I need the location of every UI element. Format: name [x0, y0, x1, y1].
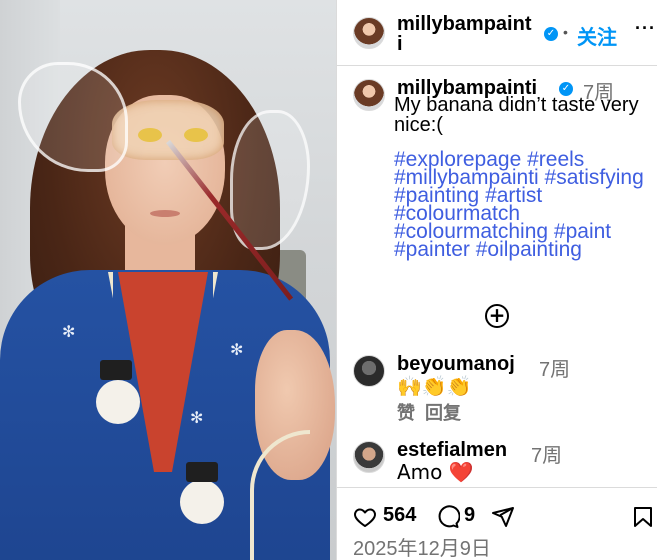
plastic-wrap-right: [230, 110, 310, 250]
mouth: [150, 210, 180, 217]
left-eye-paint: [138, 128, 162, 142]
snowflake-icon: ✻: [62, 322, 76, 341]
comment-text: 🙌👏👏: [397, 374, 472, 398]
snowflake-icon: ✻: [190, 408, 204, 427]
send-icon[interactable]: [491, 505, 515, 529]
avatar[interactable]: [353, 79, 385, 111]
comment-username[interactable]: estefialmen: [397, 439, 507, 462]
comment-actions: 赞回复: [397, 399, 471, 425]
like-comment-button[interactable]: 赞: [397, 403, 415, 423]
snowman-hat: [100, 360, 132, 380]
post-actions-footer: 564 9 2025年12月9日: [337, 487, 657, 560]
caption-text: My banana didn’t taste very nice:(: [394, 94, 639, 136]
header-username[interactable]: millybampainti: [397, 14, 537, 54]
snowman-pattern: [180, 480, 224, 524]
caption-hashtags[interactable]: #explorepage #reels #millybampainti #sat…: [394, 149, 649, 260]
comment-time[interactable]: 7周: [539, 353, 570, 382]
comments-scroll-area[interactable]: millybampainti ✓ 7周 My banana didn’t tas…: [337, 67, 657, 487]
snowman-pattern: [96, 380, 140, 424]
comment-username[interactable]: beyoumanoj: [397, 353, 515, 376]
comment-time[interactable]: 7周: [531, 439, 562, 468]
avatar[interactable]: [353, 355, 385, 387]
post-side-panel: millybampainti ✓ • 关注 ··· millybampainti…: [337, 0, 657, 560]
reply-button[interactable]: 回复: [425, 403, 461, 423]
right-eye-paint: [184, 128, 208, 142]
like-count[interactable]: 564: [383, 504, 416, 527]
separator-dot: •: [563, 24, 568, 40]
plus-circle-icon[interactable]: +: [485, 304, 509, 328]
comment-item: estefialmen 7周 Amo ❤️ 赞回复: [337, 439, 657, 487]
follow-button[interactable]: 关注: [577, 21, 617, 50]
bookmark-icon[interactable]: [631, 505, 655, 529]
avatar[interactable]: [353, 17, 385, 49]
snowflake-icon: ✻: [230, 340, 244, 359]
heart-icon[interactable]: [353, 505, 377, 529]
comment-icon[interactable]: [436, 505, 460, 529]
comment-count[interactable]: 9: [464, 504, 475, 527]
avatar[interactable]: [353, 441, 385, 473]
post-date[interactable]: 2025年12月9日: [353, 532, 491, 560]
more-options-icon[interactable]: ···: [635, 18, 656, 39]
post-header: millybampainti ✓ • 关注 ···: [337, 0, 657, 66]
snowman-hat: [186, 462, 218, 482]
post-media[interactable]: ✻ ✻ ✻: [0, 0, 336, 560]
painted-mask: [112, 100, 224, 160]
verified-badge-icon: ✓: [544, 27, 558, 41]
comment-item: beyoumanoj 7周 🙌👏👏 赞回复: [337, 353, 657, 443]
comment-text: Amo ❤️: [397, 460, 474, 484]
